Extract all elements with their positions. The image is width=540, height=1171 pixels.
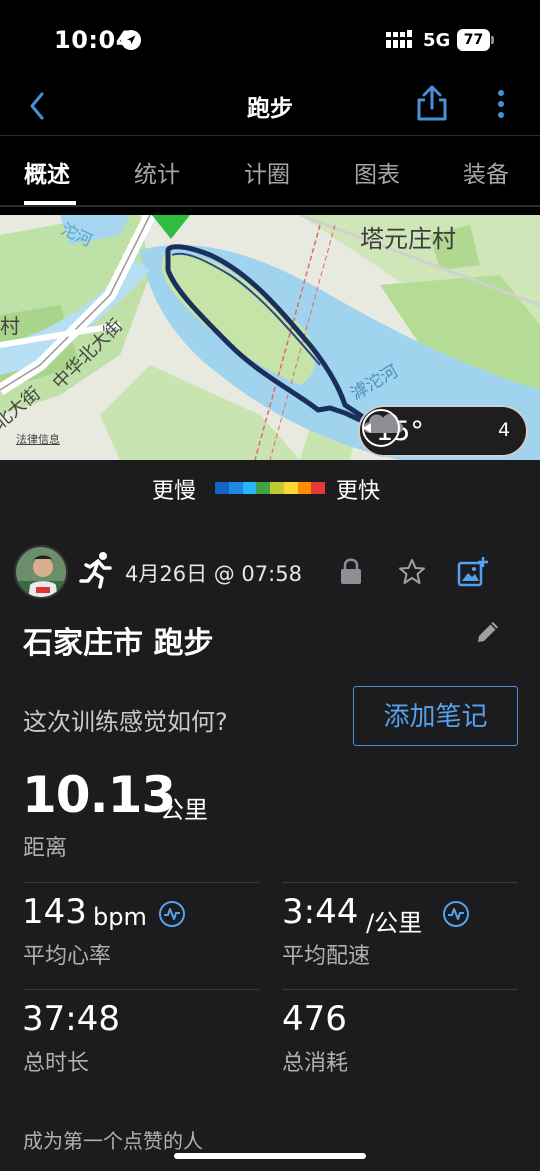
feel-prompt: 这次训练感觉如何? (23, 708, 228, 736)
pace-color-bar (215, 482, 325, 494)
tab-gear[interactable]: 装备 (463, 155, 509, 189)
distance-label: 距离 (23, 836, 68, 861)
tab-bar: 概述 统计 计圈 图表 装备 (0, 137, 540, 207)
pace-color-segment (297, 482, 312, 494)
tab-charts[interactable]: 图表 (354, 155, 400, 189)
distance-unit: 公里 (160, 796, 208, 824)
share-icon[interactable] (414, 84, 450, 122)
lock-icon[interactable] (340, 557, 362, 585)
pace-chart-icon[interactable] (442, 900, 470, 928)
add-note-button[interactable]: 添加笔记 (353, 686, 518, 746)
divider (282, 989, 518, 990)
total-calories-label: 总消耗 (282, 1051, 349, 1076)
svg-text:村: 村 (0, 314, 20, 338)
pace-legend: 更慢 更快 (0, 460, 540, 518)
edit-pencil-icon[interactable] (474, 618, 502, 646)
pace-color-segment (242, 482, 257, 494)
nav-bar: 跑步 (0, 80, 540, 136)
avg-pace-unit: /公里 (366, 909, 423, 937)
more-vertical-icon[interactable] (492, 88, 510, 122)
status-bar: 10:04 5G 77 (0, 0, 540, 80)
tab-laps[interactable]: 计圈 (244, 155, 290, 189)
tab-stats[interactable]: 统计 (134, 155, 180, 189)
avg-pace-label: 平均配速 (282, 944, 371, 969)
likes-prompt[interactable]: 成为第一个点赞的人 (23, 1125, 203, 1154)
running-icon (79, 552, 112, 589)
star-icon[interactable] (398, 558, 426, 586)
location-arrow-icon (121, 30, 141, 50)
avg-pace-value: 3:44 (282, 892, 359, 932)
battery-icon: 77 (457, 29, 495, 51)
pace-fast-label: 更快 (336, 479, 381, 504)
wind-speed: 4 (498, 419, 511, 441)
network-type: 5G (423, 30, 451, 51)
activity-title: 石家庄市 跑步 (23, 626, 214, 661)
signal-icon (386, 30, 412, 48)
add-photo-icon[interactable] (457, 555, 489, 587)
legal-info-link[interactable]: 法律信息 (16, 431, 60, 447)
avg-heart-rate-label: 平均心率 (23, 944, 112, 969)
pace-color-segment (270, 482, 284, 494)
avg-heart-rate-value: 143 (22, 892, 87, 932)
pace-color-segment (215, 482, 229, 494)
total-calories-value: 476 (282, 999, 347, 1039)
tab-active-indicator (24, 201, 76, 205)
activity-summary: 4月26日 @ 07:58 石家庄市 跑步 这次训练感觉如何? 添加笔记 10.… (0, 518, 540, 1171)
pace-color-segment (283, 482, 298, 494)
pace-slow-label: 更慢 (152, 479, 197, 504)
tab-overview[interactable]: 概述 (24, 155, 70, 189)
home-indicator (174, 1153, 366, 1159)
divider (23, 989, 259, 990)
weather-badge: 15° 4 (358, 405, 528, 457)
map-place-label: 塔元庄村 (360, 225, 456, 253)
distance-value: 10.13 (22, 766, 176, 824)
page-title: 跑步 (247, 96, 293, 122)
total-time-value: 37:48 (22, 999, 120, 1039)
pace-color-segment (256, 482, 270, 494)
battery-level: 77 (457, 29, 490, 51)
activity-date: 4月26日 @ 07:58 (125, 562, 302, 586)
route-map[interactable]: 沱河 中华北大街 北大街 滹沱河 村 塔元庄村 法律信息 15° 4 (0, 215, 540, 460)
heart-rate-chart-icon[interactable] (158, 900, 186, 928)
pace-color-segment (311, 482, 325, 494)
total-time-label: 总时长 (23, 1051, 90, 1076)
pace-color-segment (228, 482, 243, 494)
wind-direction-icon (362, 409, 400, 447)
avg-heart-rate-unit: bpm (93, 903, 147, 931)
avatar[interactable] (14, 545, 68, 599)
divider (23, 882, 259, 883)
divider (282, 882, 518, 883)
